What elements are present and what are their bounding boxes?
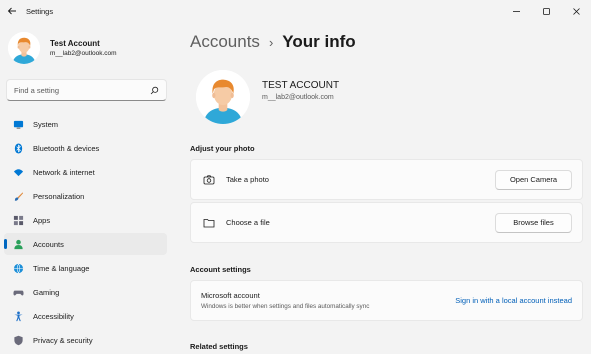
sidebar-item-accounts[interactable]: Accounts (4, 233, 167, 255)
shield-icon (12, 334, 24, 346)
section-heading-adjust-photo: Adjust your photo (190, 144, 255, 153)
minimize-icon (512, 10, 520, 12)
gamepad-icon (12, 286, 24, 298)
accessibility-icon (12, 310, 24, 322)
apps-icon (12, 214, 24, 226)
section-heading-account-settings: Account settings (190, 265, 251, 274)
sidebar-item-label: Time & language (33, 263, 90, 273)
sidebar-item-label: Apps (33, 215, 51, 225)
user-header: TEST ACCOUNT m__lab2@outlook.com (196, 70, 339, 124)
search-box[interactable] (6, 79, 167, 101)
sidebar-item-time-language[interactable]: Time & language (4, 257, 167, 279)
sidebar-profile[interactable]: Test Account m__lab2@outlook.com (8, 32, 117, 64)
sidebar-item-label: Network & internet (33, 167, 95, 177)
sidebar: Test Account m__lab2@outlook.com System … (0, 22, 175, 354)
minimize-button[interactable] (501, 0, 531, 22)
sidebar-item-privacy[interactable]: Privacy & security (4, 329, 167, 351)
person-icon (12, 238, 24, 250)
breadcrumb-separator: › (268, 34, 274, 50)
microsoft-account-card: Microsoft account Windows is better when… (190, 280, 583, 321)
user-display-name: TEST ACCOUNT (262, 79, 340, 91)
folder-icon (202, 216, 216, 230)
take-photo-label: Take a photo (226, 175, 269, 184)
sidebar-nav: System Bluetooth & devices Network & int… (4, 113, 167, 353)
globe-clock-icon (12, 262, 24, 274)
brush-icon (12, 190, 24, 202)
back-button[interactable] (2, 0, 22, 22)
maximize-icon (542, 7, 550, 15)
wifi-icon (12, 166, 24, 178)
sidebar-item-apps[interactable]: Apps (4, 209, 167, 231)
breadcrumb: Accounts › Your info (190, 32, 356, 52)
bluetooth-icon (12, 142, 24, 154)
camera-icon (202, 173, 216, 187)
search-input[interactable] (14, 85, 150, 95)
sidebar-item-label: Accessibility (33, 311, 74, 321)
profile-name: Test Account (50, 39, 100, 48)
title-bar: Settings (0, 0, 591, 22)
sidebar-item-system[interactable]: System (4, 113, 167, 135)
section-heading-related-settings: Related settings (190, 342, 248, 351)
choose-file-card: Choose a file Browse files (190, 202, 583, 243)
search-icon[interactable] (150, 86, 159, 95)
avatar (196, 70, 250, 124)
user-email: m__lab2@outlook.com (262, 93, 334, 101)
open-camera-button[interactable]: Open Camera (495, 169, 572, 190)
take-photo-card: Take a photo Open Camera (190, 159, 583, 200)
main-content: Accounts › Your info TEST ACCOUNT m__lab… (190, 22, 591, 354)
sidebar-item-accessibility[interactable]: Accessibility (4, 305, 167, 327)
sign-in-local-account-link[interactable]: Sign in with a local account instead (455, 296, 572, 305)
back-arrow-icon (7, 7, 16, 15)
close-icon (572, 7, 580, 15)
sidebar-item-label: Privacy & security (33, 335, 93, 345)
sidebar-item-label: Bluetooth & devices (33, 143, 100, 153)
sidebar-item-personalization[interactable]: Personalization (4, 185, 167, 207)
avatar (8, 32, 40, 64)
choose-file-label: Choose a file (226, 218, 270, 227)
sidebar-item-label: Personalization (33, 191, 85, 201)
browse-files-button[interactable]: Browse files (495, 212, 572, 233)
breadcrumb-parent[interactable]: Accounts (190, 32, 260, 52)
monitor-icon (12, 118, 24, 130)
sidebar-item-label: System (33, 119, 59, 129)
microsoft-account-title: Microsoft account (201, 291, 260, 300)
close-button[interactable] (561, 0, 591, 22)
page-title: Your info (282, 32, 356, 51)
maximize-button[interactable] (531, 0, 561, 22)
sidebar-item-bluetooth[interactable]: Bluetooth & devices (4, 137, 167, 159)
sidebar-item-label: Gaming (33, 287, 60, 297)
window-controls (501, 0, 591, 22)
window-title: Settings (26, 6, 54, 16)
sidebar-item-label: Accounts (33, 239, 64, 249)
sidebar-item-gaming[interactable]: Gaming (4, 281, 167, 303)
profile-email: m__lab2@outlook.com (50, 50, 117, 57)
sidebar-item-network[interactable]: Network & internet (4, 161, 167, 183)
microsoft-account-description: Windows is better when settings and file… (201, 303, 370, 310)
